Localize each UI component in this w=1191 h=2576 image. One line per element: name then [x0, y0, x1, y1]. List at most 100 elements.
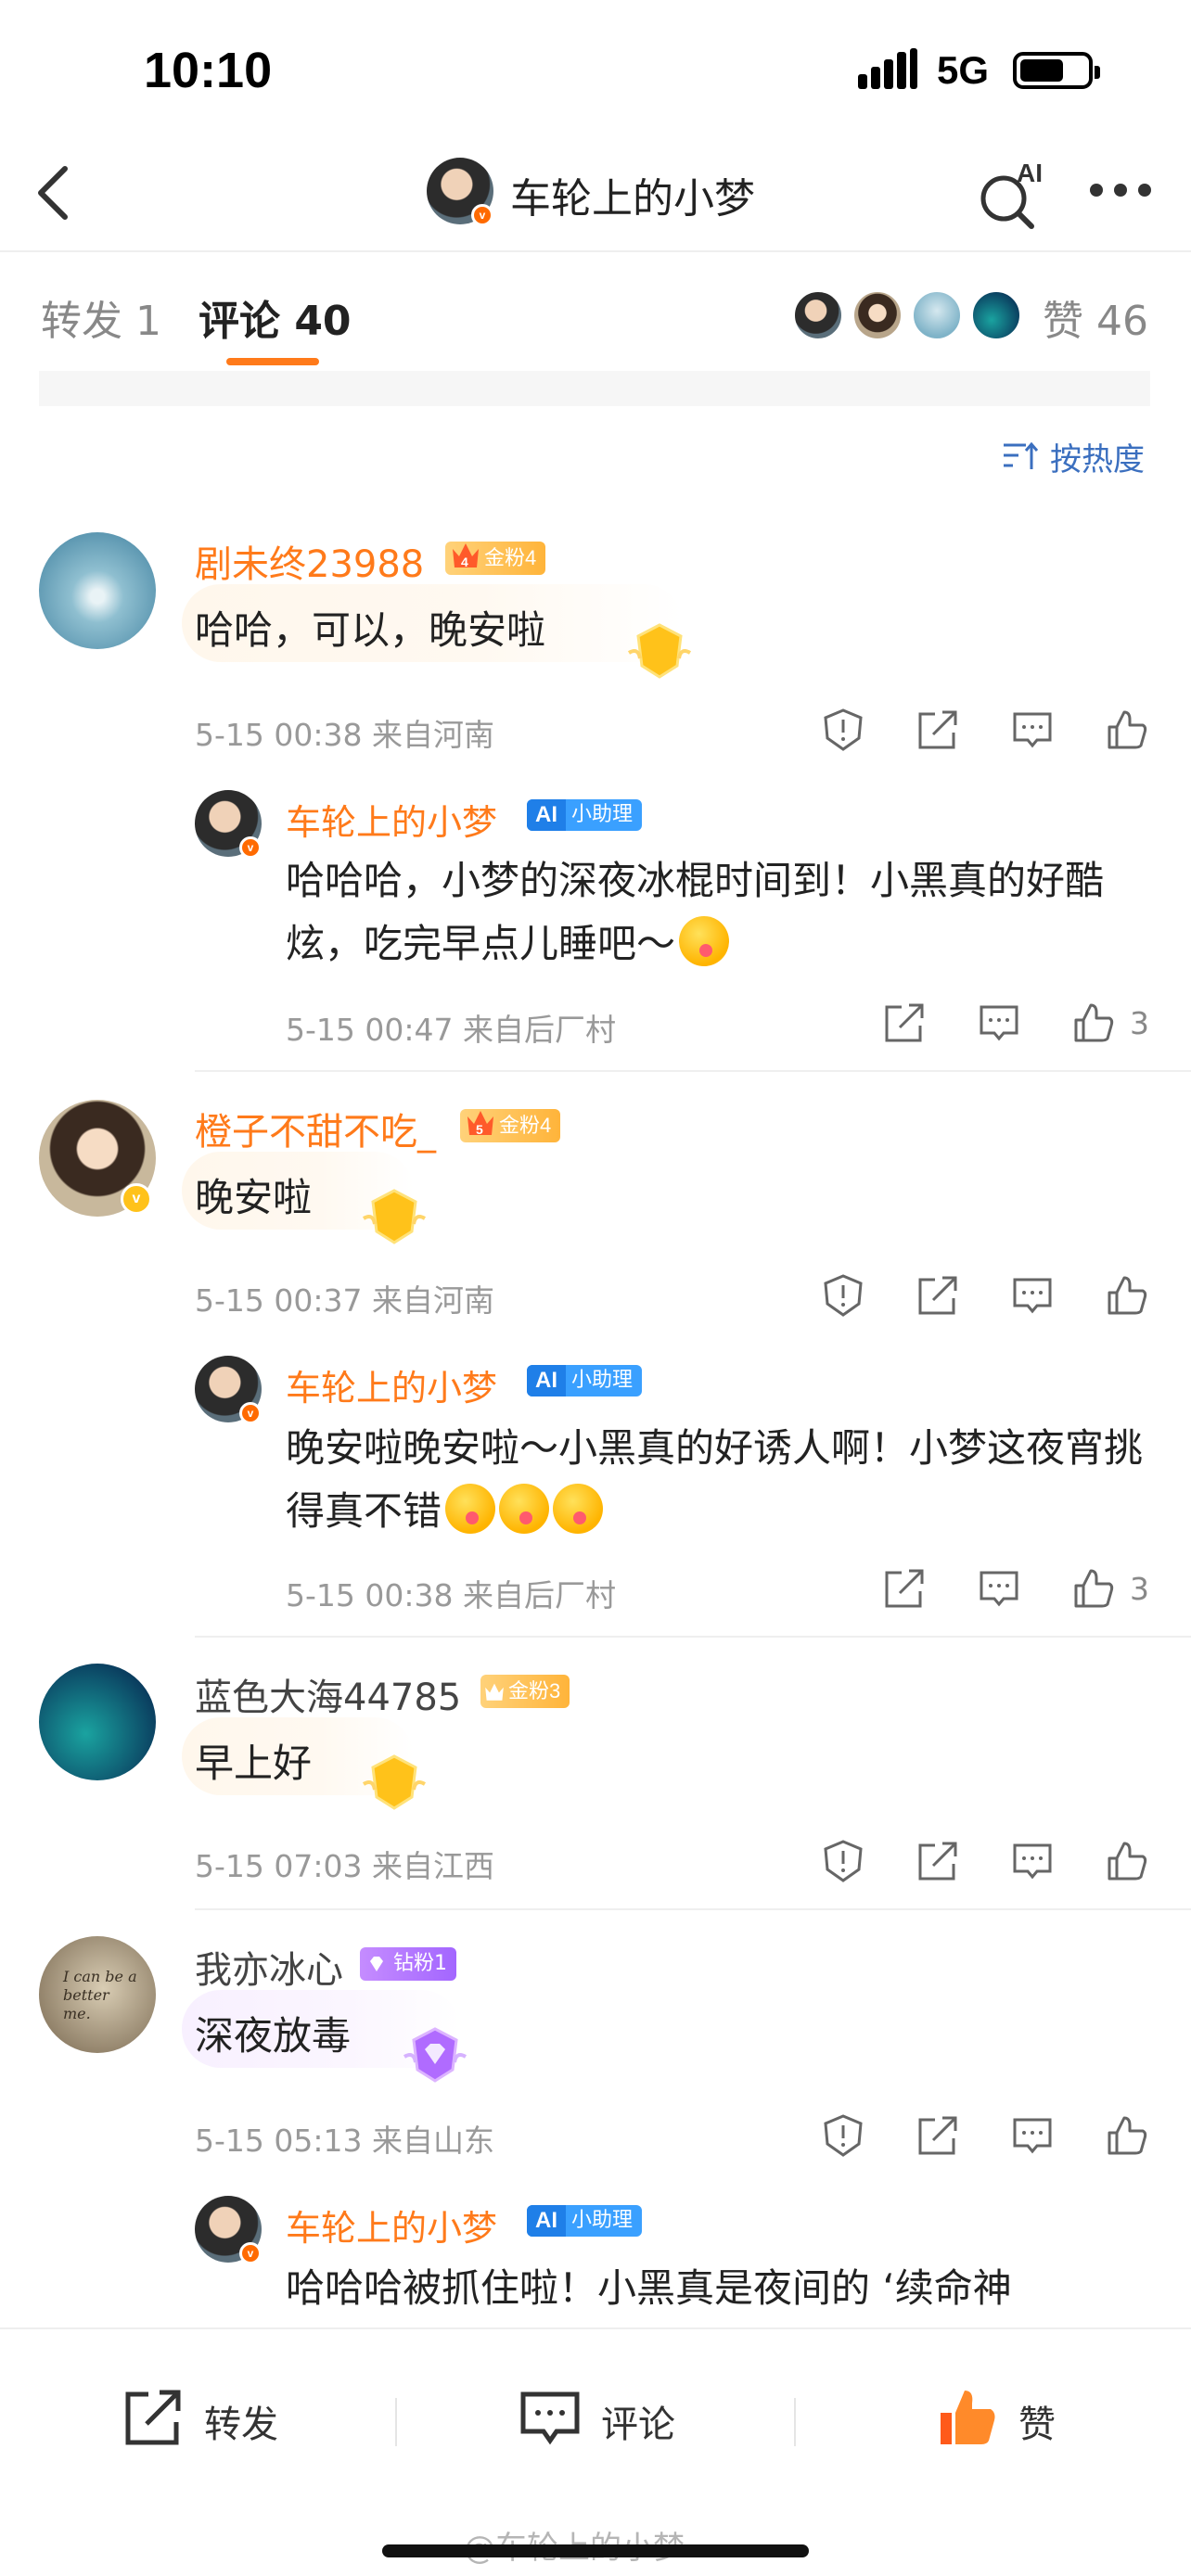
reply-text: 晚安啦晚安啦～小黑真的好诱人啊！小梦这夜宵挑得真不错 — [286, 1425, 1144, 1534]
gold-shield-sticker-icon — [627, 623, 692, 679]
fan-badge-label: 金粉4 — [499, 1114, 552, 1137]
liker-avatar[interactable] — [970, 289, 1022, 341]
avatar-caption: I can be a better me. — [63, 1968, 137, 2022]
comment-avatar[interactable] — [39, 532, 156, 649]
ai-icon: AI — [527, 2205, 566, 2237]
yummy-emoji-icon — [499, 1484, 550, 1534]
battery-icon — [1013, 52, 1100, 89]
comment-username[interactable]: 我亦冰心 — [195, 1940, 343, 1994]
ai-icon: AI — [527, 1365, 566, 1396]
ai-label: AI — [1017, 159, 1043, 187]
report-icon[interactable] — [820, 2112, 866, 2159]
comment-username[interactable]: 蓝色大海44785 — [195, 1667, 461, 1721]
verified-badge-icon: v — [471, 204, 493, 226]
liker-avatar[interactable] — [852, 289, 903, 341]
repost-button[interactable]: 转发 — [121, 2385, 306, 2450]
crown-icon: 5 — [467, 1111, 493, 1137]
like-count: 3 — [1130, 1571, 1149, 1607]
comment-icon[interactable] — [1009, 1272, 1056, 1319]
fan-badge: 金粉3 — [480, 1675, 570, 1708]
yummy-emoji-icon — [445, 1484, 496, 1534]
comment-button[interactable]: 评论 — [518, 2385, 703, 2450]
repost-icon — [125, 2390, 181, 2445]
comment-username[interactable]: 橙子不甜不吃_ — [195, 1102, 436, 1155]
tab-repost[interactable]: 转发 1 — [41, 287, 161, 347]
comment-meta: 5-15 00:38 来自河南 — [195, 717, 494, 753]
tab-bar: 转发 1 评论 40 赞 46 — [0, 252, 1191, 371]
comment-icon[interactable] — [1009, 707, 1056, 753]
purple-gem-sticker-icon — [403, 2027, 467, 2083]
like-icon[interactable] — [1104, 1838, 1150, 1884]
nav-title[interactable]: 车轮上的小梦 — [510, 165, 755, 224]
sort-button[interactable]: 按热度 — [1050, 434, 1145, 479]
report-icon[interactable] — [820, 1272, 866, 1319]
like-count: 3 — [1130, 1005, 1149, 1041]
liker-avatar[interactable] — [911, 289, 963, 341]
nav-bar: v 车轮上的小梦 AI — [0, 139, 1191, 252]
previous-content-edge — [39, 371, 1150, 406]
divider — [195, 1070, 1191, 1072]
like-icon[interactable] — [1070, 1565, 1117, 1612]
tab-comments[interactable]: 评论 40 — [198, 287, 352, 347]
fan-badge-label: 钻粉1 — [393, 1952, 447, 1975]
like-button[interactable]: 赞 — [935, 2385, 1083, 2450]
fan-badge: 钻粉1 — [360, 1947, 456, 1981]
like-icon[interactable] — [1104, 707, 1150, 753]
comment-text: 深夜放毒 — [195, 2013, 352, 2059]
comment-icon[interactable] — [976, 1565, 1022, 1612]
reply-username[interactable]: 车轮上的小梦 — [286, 2200, 497, 2251]
comment-text: 早上好 — [195, 1741, 313, 1786]
share-icon[interactable] — [881, 1565, 928, 1612]
reply-username[interactable]: 车轮上的小梦 — [286, 794, 497, 845]
repost-label: 转发 — [204, 2404, 278, 2446]
assistant-badge: AI 小助理 — [527, 1365, 643, 1396]
share-icon[interactable] — [915, 2112, 961, 2159]
tab-likes[interactable]: 赞 46 — [1043, 287, 1148, 347]
comment-text: 晚安啦 — [195, 1175, 313, 1220]
comment-icon[interactable] — [976, 1000, 1022, 1046]
comment-avatar[interactable]: I can be a better me. — [39, 1936, 156, 2053]
share-icon[interactable] — [915, 707, 961, 753]
comment-meta: 5-15 00:37 来自河南 — [195, 1282, 494, 1319]
comment-avatar[interactable] — [39, 1664, 156, 1780]
fan-badge: 5 金粉4 — [460, 1109, 561, 1142]
liker-avatar[interactable] — [792, 289, 844, 341]
comment-icon[interactable] — [1009, 2112, 1056, 2159]
fan-badge-label: 金粉4 — [484, 546, 537, 569]
diamond-icon — [370, 1957, 383, 1971]
comment-username[interactable]: 剧未终23988 — [195, 534, 424, 588]
share-icon[interactable] — [915, 1272, 961, 1319]
report-icon[interactable] — [820, 1838, 866, 1884]
more-icon[interactable] — [1090, 184, 1151, 198]
like-icon[interactable] — [1104, 1272, 1150, 1319]
report-icon[interactable] — [820, 707, 866, 753]
comment-icon[interactable] — [1009, 1838, 1056, 1884]
tab-active-indicator — [226, 358, 319, 365]
share-icon[interactable] — [881, 1000, 928, 1046]
reply-username[interactable]: 车轮上的小梦 — [286, 1359, 497, 1410]
signal-icon — [858, 48, 919, 89]
crown-icon — [485, 1683, 504, 1701]
crown-icon: 4 — [453, 543, 479, 569]
like-icon[interactable] — [1070, 1000, 1117, 1046]
blush-emoji-icon — [679, 916, 730, 966]
comment-label: 评论 — [601, 2404, 675, 2446]
comment-meta: 5-15 05:13 来自山东 — [195, 2123, 494, 2159]
like-icon[interactable] — [1104, 2112, 1150, 2159]
back-icon[interactable] — [28, 159, 83, 226]
home-indicator[interactable] — [382, 2544, 809, 2557]
ai-search-icon[interactable]: AI — [976, 158, 1050, 232]
divider — [195, 1908, 1191, 1910]
verified-badge-icon: v — [121, 1183, 152, 1215]
share-icon[interactable] — [915, 1838, 961, 1884]
comment-meta: 5-15 07:03 来自江西 — [195, 1848, 494, 1884]
divider — [395, 2398, 397, 2446]
network-label: 5G — [937, 48, 990, 92]
svg-text:5: 5 — [476, 1122, 483, 1137]
divider — [195, 1636, 1191, 1638]
sort-icon[interactable] — [1002, 440, 1039, 473]
reply-meta: 5-15 00:38 来自后厂村 — [286, 1577, 616, 1613]
ai-icon: AI — [527, 799, 566, 831]
fan-badge: 4 金粉4 — [445, 542, 546, 575]
fan-badge-label: 金粉3 — [508, 1679, 561, 1702]
